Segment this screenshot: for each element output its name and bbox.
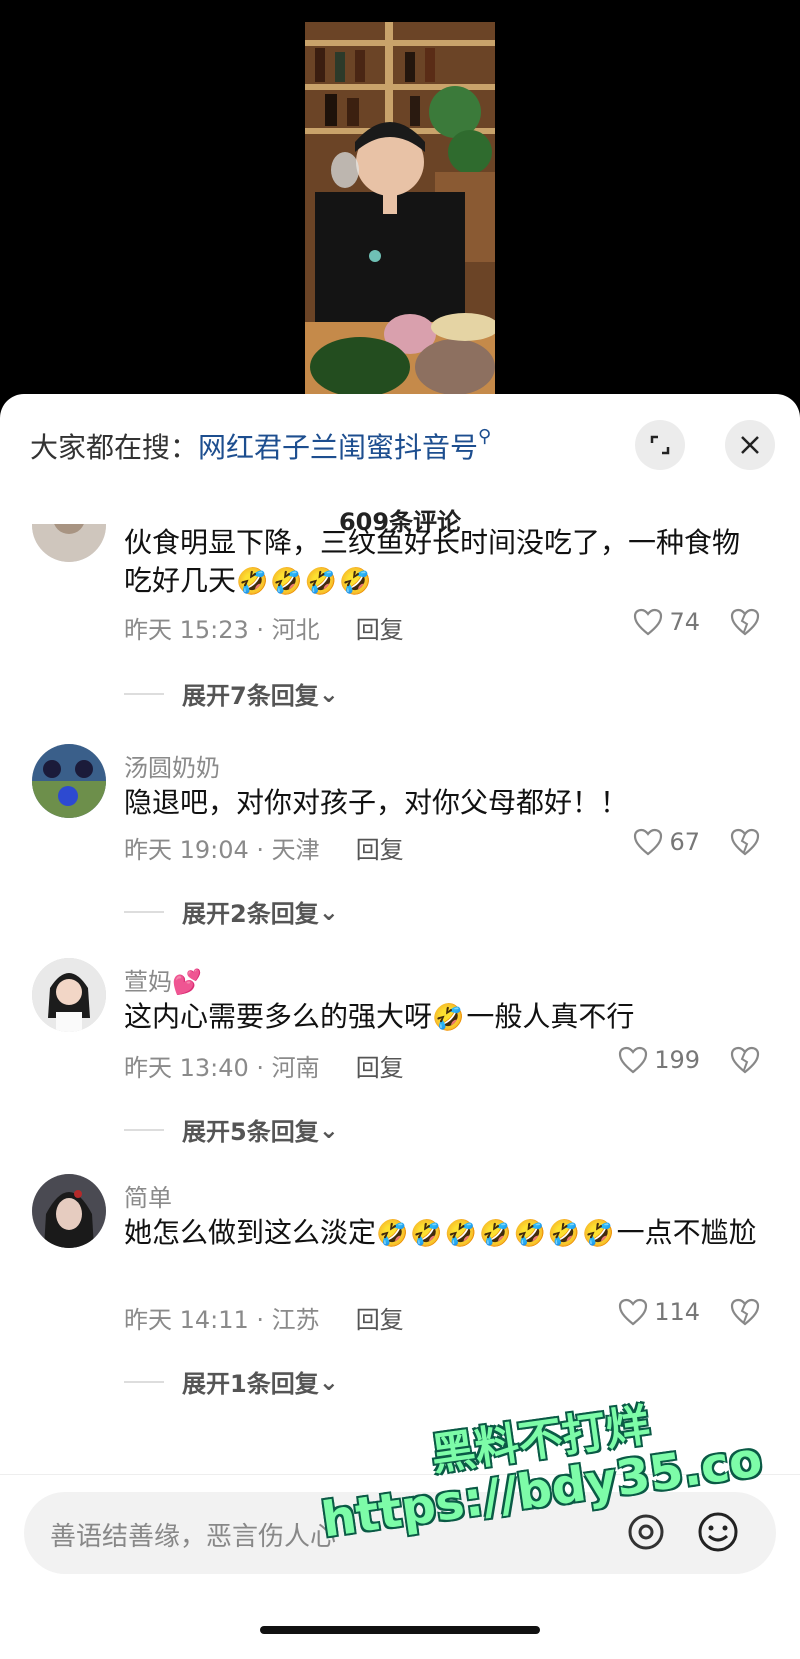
like-button[interactable]: 199 — [618, 1046, 700, 1074]
like-button[interactable]: 67 — [633, 828, 700, 856]
comment-time: 昨天 15:23 · 河北 — [124, 616, 320, 644]
reply-button[interactable]: 回复 — [356, 616, 404, 644]
comments-sheet: 大家都在搜：网红君子兰闺蜜抖音号⚲ 609条评论 伙食明显下降，三纹鱼好长时间没… — [0, 394, 800, 1659]
smiley-icon — [698, 1512, 738, 1552]
avatar[interactable] — [32, 958, 106, 1032]
like-button[interactable]: 114 — [618, 1298, 700, 1326]
comment-text: 隐退吧，对你对孩子，对你父母都好！！ — [124, 786, 629, 819]
like-count: 114 — [654, 1298, 700, 1326]
close-button[interactable] — [725, 420, 775, 470]
avatar[interactable] — [32, 524, 106, 562]
comment-meta: 昨天 13:40 · 河南 回复 — [124, 1048, 404, 1083]
heart-icon — [634, 608, 663, 636]
mention-button[interactable] — [624, 1510, 668, 1554]
hearts-emoji: 💕 — [172, 968, 202, 996]
avatar[interactable] — [32, 1174, 106, 1248]
comment-meta: 昨天 14:11 · 江苏 回复 — [124, 1300, 404, 1335]
avatar[interactable] — [32, 744, 106, 818]
like-button[interactable]: 74 — [633, 608, 700, 636]
search-prefix: 大家都在搜： — [30, 431, 199, 464]
comment-input-placeholder: 善语结善缘，恶言伤人心 — [50, 1522, 337, 1552]
expand-icon — [650, 435, 670, 455]
reply-button[interactable]: 回复 — [356, 836, 404, 864]
broken-heart-icon — [730, 828, 760, 856]
comment-time: 昨天 13:40 · 河南 — [124, 1054, 320, 1082]
video-thumbnail[interactable] — [305, 22, 495, 400]
comment-text: 这内心需要多么的强大呀🤣一般人真不行 — [124, 1000, 635, 1033]
at-icon — [628, 1514, 664, 1550]
dislike-button[interactable] — [730, 1298, 760, 1330]
comment-text: 伙食明显下降，三纹鱼好长时间没吃了，一种食物吃好几天🤣🤣🤣🤣 — [124, 526, 741, 597]
username[interactable]: 简单 — [124, 1178, 172, 1213]
video-area[interactable] — [0, 0, 800, 400]
comment-meta: 昨天 19:04 · 天津 回复 — [124, 830, 404, 865]
comment-input[interactable]: 善语结善缘，恶言伤人心 — [24, 1492, 776, 1574]
dislike-button[interactable] — [730, 1046, 760, 1078]
chevron-down-icon: ⌄ — [318, 679, 339, 708]
reply-button[interactable]: 回复 — [356, 1306, 404, 1334]
comment-list[interactable]: 伙食明显下降，三纹鱼好长时间没吃了，一种食物吃好几天🤣🤣🤣🤣 昨天 15:23 … — [0, 524, 800, 1524]
comment-meta: 昨天 15:23 · 河北 回复 — [124, 610, 404, 645]
close-icon — [741, 436, 759, 454]
dislike-button[interactable] — [730, 828, 760, 860]
divider — [0, 1474, 800, 1475]
laugh-cry-emoji: 🤣 — [432, 1003, 467, 1033]
dislike-button[interactable] — [730, 608, 760, 640]
comment-text: 她怎么做到这么淡定🤣🤣🤣🤣🤣🤣🤣一点不尴尬 — [124, 1216, 757, 1249]
expand-replies-button[interactable]: 展开2条回复 ⌄ — [124, 894, 339, 929]
comment-time: 昨天 14:11 · 江苏 — [124, 1306, 320, 1334]
laugh-cry-emoji: 🤣🤣🤣🤣 — [236, 567, 374, 597]
emoji-button[interactable] — [696, 1510, 740, 1554]
like-count: 199 — [654, 1046, 700, 1074]
expand-replies-button[interactable]: 展开1条回复 ⌄ — [124, 1364, 339, 1399]
search-term-link[interactable]: 网红君子兰闺蜜抖音号 — [198, 431, 478, 464]
reply-button[interactable]: 回复 — [356, 1054, 404, 1082]
chevron-down-icon: ⌄ — [318, 1115, 339, 1144]
expand-replies-button[interactable]: 展开5条回复 ⌄ — [124, 1112, 339, 1147]
laugh-cry-emoji: 🤣🤣🤣🤣🤣🤣🤣 — [376, 1219, 617, 1249]
username[interactable]: 萱妈💕 — [124, 962, 202, 997]
expand-replies-button[interactable]: 展开7条回复 ⌄ — [124, 676, 339, 711]
heart-icon — [634, 828, 663, 856]
chevron-down-icon: ⌄ — [318, 1367, 339, 1396]
search-icon: ⚲ — [478, 426, 492, 447]
heart-icon — [619, 1046, 648, 1074]
heart-icon — [619, 1298, 648, 1326]
home-indicator[interactable] — [260, 1626, 540, 1634]
broken-heart-icon — [730, 1046, 760, 1074]
like-count: 74 — [669, 608, 700, 636]
search-suggestion[interactable]: 大家都在搜：网红君子兰闺蜜抖音号⚲ — [30, 426, 491, 466]
username[interactable]: 汤圆奶奶 — [124, 748, 220, 783]
like-count: 67 — [669, 828, 700, 856]
chevron-down-icon: ⌄ — [318, 897, 339, 926]
fullscreen-button[interactable] — [635, 420, 685, 470]
broken-heart-icon — [730, 1298, 760, 1326]
broken-heart-icon — [730, 608, 760, 636]
comment-time: 昨天 19:04 · 天津 — [124, 836, 320, 864]
